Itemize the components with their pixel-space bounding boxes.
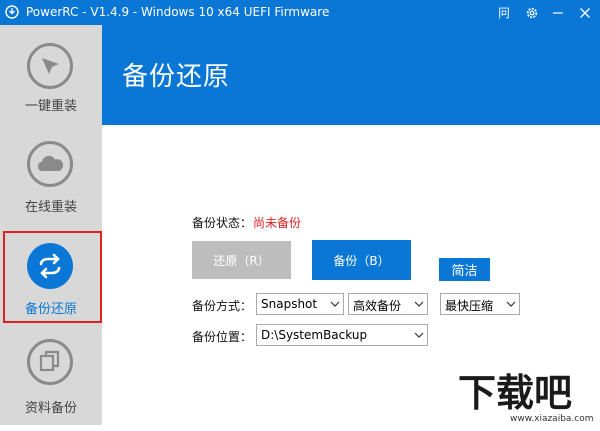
settings-gear-icon [526,7,538,18]
settings-button[interactable] [519,0,545,25]
svg-text:下载吧: 下载吧 [458,371,572,415]
cloud-icon [27,141,73,187]
page-title: 备份还原 [122,62,231,92]
select-value: D:\SystemBackup [261,328,368,342]
active-item-highlight [3,231,102,323]
sidebar-item-one-key-reinstall[interactable]: 一键重装 [0,25,102,125]
app-logo-icon [5,5,19,19]
backup-location-select[interactable]: D:\SystemBackup [256,324,428,346]
close-icon [580,7,590,18]
cursor-arrow-icon [27,43,73,89]
title-bar: PowerRC - V1.4.9 - Windows 10 x64 UEFI F… [0,0,600,25]
minimize-icon [553,11,563,14]
compression-select[interactable]: 最快压缩 [440,293,520,315]
backup-mode-select[interactable]: Snapshot [256,293,344,315]
select-value: 最快压缩 [445,299,494,313]
feedback-button[interactable]: 冋 [491,0,517,25]
sidebar-item-data-backup[interactable]: 资料备份 [0,331,102,431]
backup-mode-label: 备份方式： [192,299,253,313]
close-button[interactable] [572,0,598,25]
feedback-icon: 冋 [497,6,510,20]
backup-status-label: 备份状态： [192,216,253,230]
watermark-logo: 下载吧 www.xiazaiba.com [458,370,594,424]
efficiency-select[interactable]: 高效备份 [348,293,428,315]
sidebar-item-label: 一键重装 [24,99,77,114]
backup-location-label: 备份位置： [192,330,253,344]
chevron-down-icon [414,301,424,307]
restore-button[interactable]: 还原（R） [192,241,291,279]
chevron-down-icon [506,301,516,307]
svg-text:www.xiazaiba.com: www.xiazaiba.com [510,414,594,424]
minimize-button[interactable] [545,0,571,25]
sidebar-item-label: 在线重装 [24,200,77,215]
chevron-down-icon [414,332,424,338]
select-value: 高效备份 [353,299,402,313]
sidebar: 一键重装 在线重装 备份还原 资料备份 [0,25,102,425]
chevron-down-icon [330,301,340,307]
page-header: 备份还原 [102,25,600,125]
sidebar-item-label: 资料备份 [24,401,77,416]
window-title: PowerRC - V1.4.9 - Windows 10 x64 UEFI F… [26,5,330,19]
simple-mode-button[interactable]: 简洁 [439,258,490,281]
copy-files-icon [27,339,73,385]
backup-button[interactable]: 备份（B） [312,240,411,280]
select-value: Snapshot [261,297,318,311]
backup-status-value: 尚未备份 [253,216,302,230]
sidebar-item-online-reinstall[interactable]: 在线重装 [0,128,102,228]
